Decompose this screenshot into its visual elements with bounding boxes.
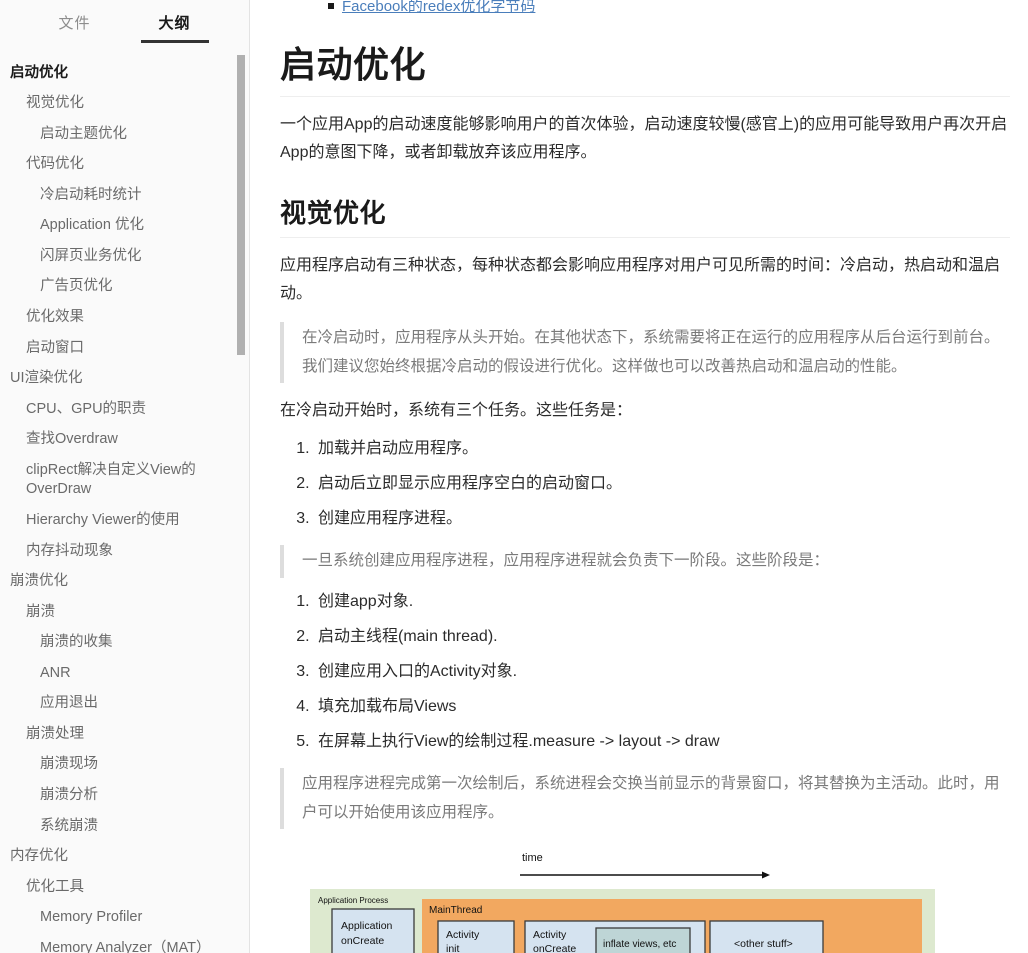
outline-item[interactable]: 广告页优化 bbox=[0, 272, 249, 303]
svg-text:inflate views, etc: inflate views, etc bbox=[603, 939, 676, 950]
quote-process-phases: 一旦系统创建应用程序进程，应用程序进程就会负责下一阶段。这些阶段是： bbox=[280, 545, 1010, 579]
outline-item[interactable]: 崩溃 bbox=[0, 597, 249, 628]
list-item: 创建应用程序进程。 bbox=[314, 507, 1010, 531]
outline-scrollbar-thumb[interactable] bbox=[237, 55, 245, 355]
list-item: 创建应用入口的Activity对象. bbox=[314, 660, 1010, 684]
svg-text:Application Process: Application Process bbox=[318, 896, 388, 905]
outline-item[interactable]: 查找Overdraw bbox=[0, 425, 249, 456]
ordered-list-tasks: 加载并启动应用程序。启动后立即显示应用程序空白的启动窗口。创建应用程序进程。 bbox=[280, 437, 1010, 531]
bullet-list-partial: Facebook的redex优化字节码 bbox=[280, 0, 1010, 14]
outline-scrollbar-track[interactable] bbox=[237, 0, 245, 953]
outline-item[interactable]: Memory Analyzer（MAT） bbox=[0, 933, 249, 953]
outline-item[interactable]: 启动窗口 bbox=[0, 333, 249, 364]
outline-item[interactable]: UI渲染优化 bbox=[0, 364, 249, 395]
outline-item[interactable]: 崩溃现场 bbox=[0, 750, 249, 781]
outline-item[interactable]: 优化效果 bbox=[0, 303, 249, 334]
startup-sequence-diagram: time Application Process Application onC… bbox=[300, 845, 1020, 953]
outline-item[interactable]: Application 优化 bbox=[0, 211, 249, 242]
app-root: 文件 大纲 启动优化 视觉优化 启动主题优化 代码优化 冷启动耗时统计 Applicati… bbox=[0, 0, 1028, 953]
tab-outline[interactable]: 大纲 bbox=[125, 12, 225, 43]
list-item: Facebook的redex优化字节码 bbox=[328, 0, 1010, 15]
outline-item[interactable]: 视觉优化 bbox=[0, 89, 249, 120]
outline-item[interactable]: clipRect解决自定义View的OverDraw bbox=[0, 455, 249, 505]
svg-text:Activity: Activity bbox=[533, 929, 567, 941]
time-axis: time bbox=[520, 852, 770, 879]
outline-item[interactable]: 内存抖动现象 bbox=[0, 536, 249, 567]
section-heading-visual-optimization: 视觉优化 bbox=[280, 193, 1010, 238]
quote-first-draw: 应用程序进程完成第一次绘制后，系统进程会交换当前显示的背景窗口，将其替换为主活动… bbox=[280, 768, 1010, 830]
svg-text:MainThread: MainThread bbox=[429, 905, 482, 916]
list-item: 加载并启动应用程序。 bbox=[314, 437, 1010, 461]
list-item: 启动主线程(main thread). bbox=[314, 625, 1010, 649]
outline-item[interactable]: Hierarchy Viewer的使用 bbox=[0, 505, 249, 536]
link-facebook-redex[interactable]: Facebook的redex优化字节码 bbox=[342, 0, 535, 15]
outline-item[interactable]: 优化工具 bbox=[0, 872, 249, 903]
outline-item[interactable]: 内存优化 bbox=[0, 842, 249, 873]
svg-text:Activity: Activity bbox=[446, 929, 480, 941]
outline-item[interactable]: 闪屏页业务优化 bbox=[0, 241, 249, 272]
svg-text:Application: Application bbox=[341, 920, 393, 932]
outline-item[interactable]: Memory Profiler bbox=[0, 903, 249, 934]
intro-paragraph: 一个应用App的启动速度能够影响用户的首次体验，启动速度较慢(感官上)的应用可能… bbox=[280, 116, 1008, 161]
outline-sidebar: 文件 大纲 启动优化 视觉优化 启动主题优化 代码优化 冷启动耗时统计 Applicati… bbox=[0, 0, 250, 953]
outline-item[interactable]: 系统崩溃 bbox=[0, 811, 249, 842]
svg-text:init: init bbox=[446, 943, 460, 953]
list-item: 启动后立即显示应用程序空白的启动窗口。 bbox=[314, 472, 1010, 496]
paragraph-startup-states: 应用程序启动有三种状态，每种状态都会影响应用程序对用户可见所需的时间：冷启动，热… bbox=[280, 257, 1001, 302]
outline-item[interactable]: 崩溃处理 bbox=[0, 719, 249, 750]
outline-item[interactable]: 启动主题优化 bbox=[0, 119, 249, 150]
ordered-list-phases: 创建app对象. 启动主线程(main thread). 创建应用入口的Activi… bbox=[280, 590, 1010, 754]
svg-text:<other stuff>: <other stuff> bbox=[734, 938, 793, 950]
svg-text:onCreate: onCreate bbox=[341, 935, 384, 947]
outline-item[interactable]: 启动优化 bbox=[0, 58, 249, 89]
outline-list[interactable]: 启动优化 视觉优化 启动主题优化 代码优化 冷启动耗时统计 Application 优化闪… bbox=[0, 50, 249, 953]
svg-text:onCreate: onCreate bbox=[533, 943, 576, 953]
document-content: Facebook的redex优化字节码 启动优化 一个应用App的启动速度能够影… bbox=[250, 0, 1028, 953]
sidebar-tabbar: 文件 大纲 bbox=[0, 0, 249, 43]
outline-item[interactable]: 冷启动耗时统计 bbox=[0, 180, 249, 211]
svg-text:time: time bbox=[522, 852, 543, 864]
tab-files[interactable]: 文件 bbox=[25, 12, 125, 43]
quote-cold-start: 在冷启动时，应用程序从头开始。在其他状态下，系统需要将正在运行的应用程序从后台运… bbox=[280, 322, 1010, 384]
outline-item[interactable]: 崩溃的收集 bbox=[0, 628, 249, 659]
outline-item[interactable]: 代码优化 bbox=[0, 150, 249, 181]
page-title: 启动优化 bbox=[280, 36, 1010, 97]
outline-item[interactable]: 崩溃优化 bbox=[0, 567, 249, 598]
list-item: 创建app对象. bbox=[314, 590, 1010, 614]
outline-item[interactable]: 应用退出 bbox=[0, 689, 249, 720]
paragraph-cold-start-tasks: 在冷启动开始时，系统有三个任务。这些任务是： bbox=[280, 402, 633, 420]
outline-item[interactable]: ANR bbox=[0, 658, 249, 689]
list-item: 在屏幕上执行View的绘制过程.measure -> layout -> dra… bbox=[314, 730, 1010, 754]
outline-item[interactable]: CPU、GPU的职责 bbox=[0, 394, 249, 425]
list-item: 填充加载布局Views bbox=[314, 695, 1010, 719]
outline-item[interactable]: 崩溃分析 bbox=[0, 781, 249, 812]
